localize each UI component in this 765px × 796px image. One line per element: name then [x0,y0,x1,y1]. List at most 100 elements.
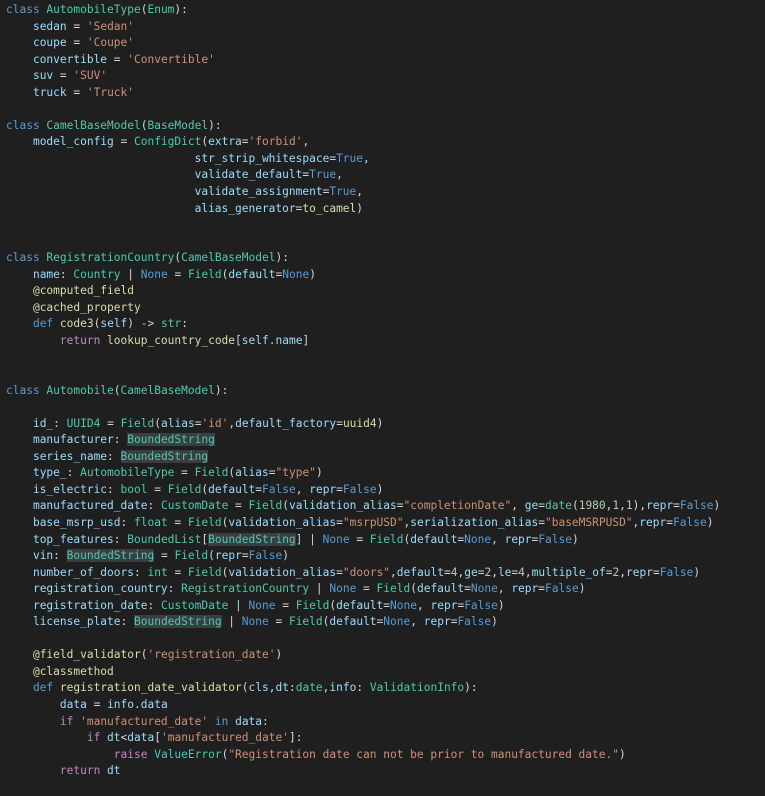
code-token: convertible [32,52,108,66]
code-token: registration_date_validator [59,681,242,695]
code-token: repr [626,565,653,579]
code-line[interactable]: type_: AutomobileType = Field(alias="typ… [0,465,765,482]
code-line[interactable]: sedan = 'Sedan' [0,19,765,36]
code-line[interactable]: top_features: BoundedList[BoundedString]… [0,532,765,549]
code-token: Field [167,482,202,496]
code-line[interactable]: coupe = 'Coupe' [0,35,765,52]
code-token: ) [356,201,364,215]
code-token: = [241,135,249,149]
code-line[interactable] [0,234,765,251]
code-line[interactable]: raise ValueError("Registration date can … [0,747,765,764]
code-token: BaseModel [147,118,209,132]
code-token: 'manufactured_date' [80,714,209,728]
code-line[interactable]: license_plate: BoundedString | None = Fi… [0,614,765,631]
code-line[interactable]: if 'manufactured_date' in data: [0,714,765,731]
code-token: def [32,317,60,331]
code-line[interactable] [0,399,765,416]
code-token: | [221,615,242,629]
code-token: = [605,565,613,579]
code-token: = [336,515,343,529]
code-token: UUID4 [66,416,101,430]
code-editor[interactable]: class AutomobileType(Enum): sedan = 'Sed… [0,0,765,796]
code-line[interactable] [0,101,765,118]
code-token: repr [511,582,539,596]
code-token: "baseMSRPUSD" [544,515,633,529]
code-token: default_factory [235,416,337,430]
code-token: : [167,582,182,596]
code-token: if [59,714,81,728]
code-line[interactable]: name: Country | None = Field(default=Non… [0,267,765,284]
code-line[interactable]: suv = 'SUV' [0,68,765,85]
code-token: , [410,615,424,629]
code-token: False [342,482,377,496]
code-line[interactable]: truck = 'Truck' [0,85,765,102]
code-token: lookup_country_code [107,333,236,347]
code-line[interactable] [0,349,765,366]
code-line[interactable]: number_of_doors: int = Field(validation_… [0,565,765,582]
code-token: BoundedString [208,532,296,546]
code-line[interactable] [0,631,765,648]
code-token: None [241,615,269,629]
code-line[interactable]: data = info.data [0,697,765,714]
code-line[interactable]: vin: BoundedString = Field(repr=False) [0,548,765,565]
code-token: cls [248,681,269,695]
code-line[interactable]: def registration_date_validator(cls,dt:d… [0,680,765,697]
code-token: True [309,168,337,182]
code-line[interactable]: registration_country: RegistrationCountr… [0,581,765,598]
code-line[interactable]: class Automobile(CamelBaseModel): [0,383,765,400]
code-line[interactable]: @computed_field [0,283,765,300]
code-token: : [181,317,188,331]
code-token: True [329,185,357,199]
code-token: ): [214,383,229,397]
code-line[interactable]: series_name: BoundedString [0,449,765,466]
code-line[interactable]: class CamelBaseModel(BaseModel): [0,118,765,135]
code-token: BoundedString [127,433,215,447]
code-line[interactable] [0,217,765,234]
code-token: number_of_doors [32,565,134,579]
code-line[interactable]: registration_date: CustomDate | None = F… [0,598,765,615]
code-line[interactable]: return dt [0,763,765,780]
code-line[interactable]: def code3(self) -> str: [0,316,765,333]
code-line[interactable]: class AutomobileType(Enum): [0,2,765,19]
code-line[interactable]: manufacturer: BoundedString [0,432,765,449]
code-token: "msrpUSD" [342,515,404,529]
code-token: ] [302,333,310,347]
code-line[interactable]: if dt<data['manufactured_date']: [0,730,765,747]
code-token: : [147,598,161,612]
code-line[interactable]: alias_generator=to_camel) [0,201,765,218]
code-line[interactable]: class RegistrationCountry(CamelBaseModel… [0,250,765,267]
code-token: None [464,532,492,546]
code-token: 1980 [578,499,606,513]
code-token: ) [315,466,323,480]
code-line[interactable]: is_electric: bool = Field(default=False,… [0,482,765,499]
code-token: alias [161,416,195,430]
code-line[interactable]: model_config = ConfigDict(extra='forbid'… [0,134,765,151]
code-line[interactable]: return lookup_country_code[self.name] [0,333,765,350]
code-line[interactable]: @classmethod [0,664,765,681]
code-token: serialization_alias [410,515,539,529]
code-line[interactable]: validate_assignment=True, [0,184,765,201]
code-token: 'Convertible' [127,52,215,66]
code-line[interactable]: convertible = 'Convertible' [0,52,765,69]
code-token: : [113,433,128,447]
code-token: alias_generator [194,201,296,215]
code-line[interactable]: id_: UUID4 = Field(alias='id',default_fa… [0,416,765,433]
code-token: : [107,482,121,496]
code-line[interactable]: base_msrp_usd: float = Field(validation_… [0,515,765,532]
code-line[interactable]: @cached_property [0,300,765,317]
code-token: ge [524,499,539,513]
code-line[interactable]: validate_default=True, [0,167,765,184]
code-token: = [666,515,673,529]
code-token: : [262,714,269,728]
code-line[interactable]: @field_validator('registration_date') [0,647,765,664]
code-line[interactable] [0,366,765,383]
code-line[interactable]: manufactured_date: CustomDate = Field(va… [0,498,765,515]
code-token: ) [497,598,505,612]
code-line[interactable]: str_strip_whitespace=True, [0,151,765,168]
